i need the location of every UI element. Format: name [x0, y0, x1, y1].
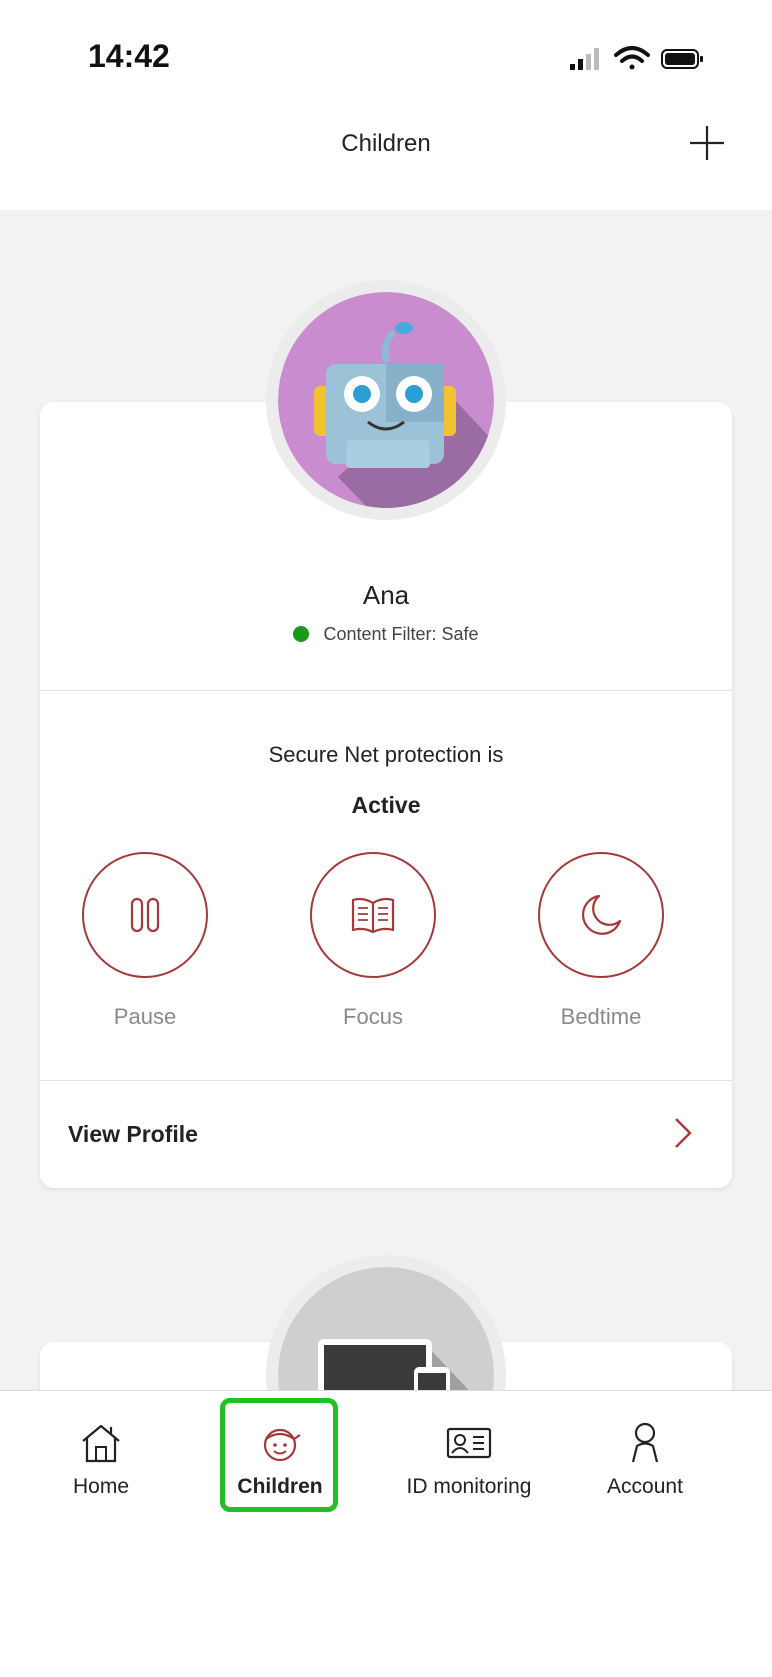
moon-icon	[581, 894, 622, 935]
book-icon	[351, 897, 395, 934]
chevron-right-icon	[675, 1118, 692, 1148]
plus-icon	[690, 126, 724, 160]
content-filter-label: Content Filter: Safe	[323, 624, 479, 644]
navigation-header: Children	[0, 100, 772, 210]
pause-icon	[130, 897, 160, 933]
status-dot	[293, 626, 310, 642]
page-title: Children	[341, 130, 431, 157]
add-child-button[interactable]	[682, 118, 732, 168]
child-name: Ana	[362, 580, 410, 610]
protection-text: Secure Net protection is	[268, 742, 504, 767]
focus-label: Focus	[343, 1004, 403, 1029]
wifi-icon	[614, 46, 650, 70]
tab-label: ID monitoring	[406, 1475, 532, 1498]
home-icon	[82, 1424, 120, 1463]
focus-action[interactable]: Focus	[308, 852, 438, 1030]
divider	[40, 690, 732, 691]
bedtime-label: Bedtime	[560, 1004, 642, 1029]
view-profile-row[interactable]: View Profile	[40, 1081, 732, 1188]
tab-label: Account	[607, 1475, 683, 1498]
view-profile-label: View Profile	[68, 1121, 198, 1147]
tab-label: Home	[72, 1475, 130, 1498]
signal-icon	[570, 48, 599, 70]
focus-button[interactable]	[310, 852, 436, 978]
tab-home[interactable]: Home	[56, 1419, 146, 1499]
person-icon	[631, 1422, 659, 1463]
tab-id-monitoring[interactable]: ID monitoring	[384, 1419, 554, 1499]
pause-button[interactable]	[82, 852, 208, 978]
robot-avatar-icon	[278, 292, 494, 508]
active-tab-highlight	[220, 1398, 338, 1512]
protection-status: Active	[351, 792, 421, 818]
pause-action[interactable]: Pause	[80, 852, 210, 1030]
id-card-icon	[446, 1427, 492, 1459]
bedtime-action[interactable]: Bedtime	[536, 852, 666, 1030]
status-time: 14:42	[88, 38, 170, 74]
status-bar: 14:42	[0, 0, 772, 100]
status-icons	[570, 46, 703, 70]
pause-label: Pause	[113, 1004, 177, 1029]
tab-bar: Home Children ID monitoring Account	[0, 1390, 772, 1677]
child-avatar[interactable]	[266, 280, 506, 520]
tab-account[interactable]: Account	[590, 1419, 700, 1499]
children-list[interactable]: Ana Content Filter: Safe Secure Net prot…	[0, 210, 772, 1472]
bedtime-button[interactable]	[538, 852, 664, 978]
content-filter-status: Content Filter: Safe	[40, 624, 732, 645]
battery-icon	[661, 49, 703, 69]
